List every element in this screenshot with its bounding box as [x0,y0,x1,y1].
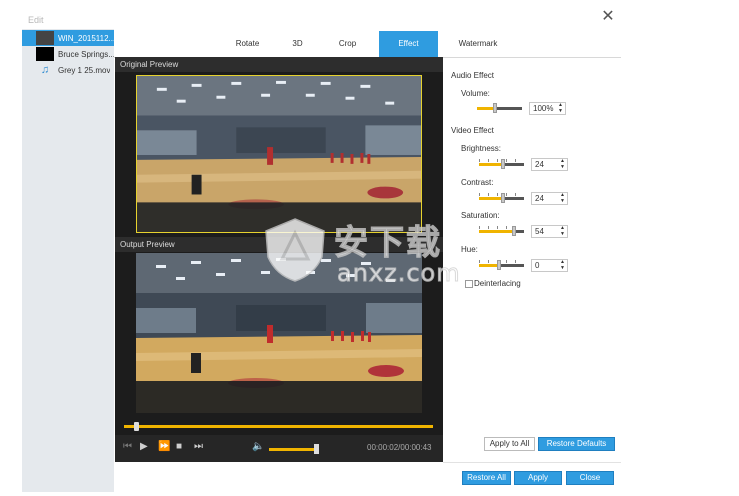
tab-crop[interactable]: Crop [316,31,379,57]
tab-watermark[interactable]: Watermark [438,31,518,57]
slider-handle[interactable] [493,103,497,113]
hue-slider[interactable] [479,260,524,270]
playback-controls: ⏮ ▶ ⏩ ■ ⏭ 🔈 00:00:02/00:00:43 [115,435,443,462]
hue-value: 0 [535,261,540,270]
saturation-value: 54 [535,227,544,236]
volume-handle[interactable] [314,444,319,454]
slider-handle[interactable] [501,159,505,169]
saturation-label: Saturation: [461,211,500,220]
close-button[interactable]: Close [566,471,614,485]
original-preview-label: Original Preview [120,60,179,69]
speaker-icon[interactable]: 🔈 [252,441,264,453]
spin-arrows-icon[interactable]: ▲ ▼ [560,192,565,204]
next-icon[interactable]: ⏭ [194,441,203,453]
hue-spinbox[interactable]: 0 ▲ ▼ [531,259,568,272]
original-video-frame[interactable] [136,75,422,233]
play-icon[interactable]: ▶ [140,441,148,453]
tab-rotate[interactable]: Rotate [216,31,279,57]
output-preview-label: Output Preview [120,240,175,249]
contrast-value: 24 [535,194,544,203]
slider-handle[interactable] [501,193,505,203]
video-effect-title: Video Effect [451,126,494,135]
saturation-spinbox[interactable]: 54 ▲ ▼ [531,225,568,238]
contrast-slider[interactable] [479,193,524,203]
original-preview-header: Original Preview [115,57,443,72]
music-note-icon: ♫ [40,64,50,76]
previous-icon[interactable]: ⏮ [123,441,132,453]
output-video-frame[interactable] [136,253,422,413]
volume-label: Volume: [461,89,490,98]
brightness-spinbox[interactable]: 24 ▲ ▼ [531,158,568,171]
restore-defaults-button[interactable]: Restore Defaults [538,437,615,451]
file-list-item[interactable]: Bruce Springs... [22,46,114,62]
volume-spinbox[interactable]: 100% ▲ ▼ [529,102,566,115]
slider-handle[interactable] [497,260,501,270]
gym-scene-image [137,76,421,232]
file-name: WIN_2015112... [58,33,114,43]
tab-effect[interactable]: Effect [379,31,438,57]
seek-bar[interactable] [124,425,433,428]
file-name: Grey 1 25.mov [58,65,111,75]
spin-arrows-icon[interactable]: ▲ ▼ [560,158,565,170]
output-preview-header: Output Preview [115,237,443,252]
deinterlacing-label: Deinterlacing [474,279,521,288]
fast-forward-icon[interactable]: ⏩ [158,441,170,453]
spin-arrows-icon[interactable]: ▲ ▼ [558,102,563,114]
deinterlacing-checkbox[interactable] [465,280,473,288]
tab-bar: Rotate 3D Crop Effect Watermark [216,31,518,57]
apply-button[interactable]: Apply [514,471,562,485]
close-icon[interactable]: ✕ [601,9,615,25]
file-list-item[interactable]: WIN_2015112... [22,30,114,46]
restore-all-button[interactable]: Restore All [462,471,511,485]
stop-icon[interactable]: ■ [176,441,182,453]
audio-volume-slider[interactable] [477,103,522,113]
contrast-label: Contrast: [461,178,494,187]
slider-handle[interactable] [512,226,516,236]
apply-to-all-button[interactable]: Apply to All [484,437,535,451]
brightness-label: Brightness: [461,144,502,153]
preview-panel: Original Preview Output Preview ⏮ ▶ ⏩ ■ … [115,57,443,462]
spin-arrows-icon[interactable]: ▲ ▼ [560,259,565,271]
gym-scene-image [136,253,422,413]
volume-slider[interactable] [269,448,316,451]
file-list-item[interactable]: ♫ Grey 1 25.mov [22,62,114,78]
video-thumbnail [36,47,54,61]
contrast-spinbox[interactable]: 24 ▲ ▼ [531,192,568,205]
hue-label: Hue: [461,245,478,254]
saturation-slider[interactable] [479,226,524,236]
file-list: WIN_2015112... Bruce Springs... ♫ Grey 1… [22,29,114,492]
seek-handle[interactable] [134,422,139,431]
file-name: Bruce Springs... [58,49,114,59]
dialog-title: Edit [28,15,44,25]
brightness-value: 24 [535,160,544,169]
audio-effect-title: Audio Effect [451,71,494,80]
edit-dialog: Edit ✕ WIN_2015112... Bruce Springs... ♫… [0,0,739,496]
spin-arrows-icon[interactable]: ▲ ▼ [560,225,565,237]
footer-divider [443,462,621,463]
video-thumbnail [36,31,54,45]
volume-value: 100% [533,104,554,113]
timecode: 00:00:02/00:00:43 [367,443,432,452]
tab-3d[interactable]: 3D [279,31,316,57]
brightness-slider[interactable] [479,159,524,169]
